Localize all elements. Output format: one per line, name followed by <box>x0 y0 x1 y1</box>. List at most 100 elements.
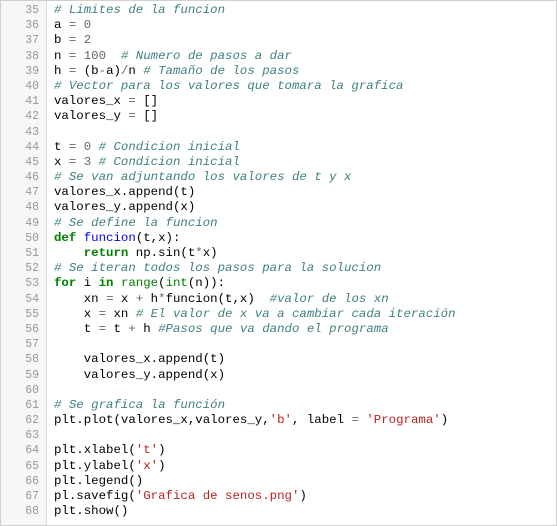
code-line[interactable]: 36 a = 0 <box>1 18 556 33</box>
code-text: # Se iteran todos los pasos para la solu… <box>54 261 381 276</box>
code-token: # Condicion inicial <box>98 139 240 154</box>
code-token: t <box>54 139 69 154</box>
code-line[interactable]: 59 valores_y.append(x) <box>1 368 556 383</box>
code-token: # Condicion inicial <box>98 154 240 169</box>
code-line[interactable]: 39 h = (b-a)/n # Tamaño de los pasos <box>1 64 556 79</box>
code-line[interactable]: 37 b = 2 <box>1 33 556 48</box>
code-line[interactable]: 38 n = 100 # Numero de pasos a dar <box>1 49 556 64</box>
code-token: plt.xlabel( <box>54 443 136 458</box>
code-token: (b <box>76 63 99 78</box>
code-token: 2 <box>83 33 92 48</box>
code-token: x) <box>202 246 218 260</box>
code-line[interactable]: 43 <box>1 125 556 140</box>
code-lines: 35 # Limites de la funcion 36 a = 0 37 b = 23… <box>1 3 556 519</box>
code-text: # Se van adjuntando los valores de t y x <box>54 170 351 185</box>
code-line[interactable]: 53 for i in range(int(n)): <box>1 276 556 291</box>
line-number: 39 <box>25 64 39 78</box>
line-number: 67 <box>25 490 39 503</box>
code-line[interactable]: 42 valores_y = [] <box>1 109 556 124</box>
code-token: ) <box>440 413 449 428</box>
line-number: 50 <box>25 231 39 245</box>
code-line[interactable]: 44 t = 0 # Condicion inicial <box>1 140 556 155</box>
line-number: 35 <box>25 4 39 17</box>
code-text: xn = x + h*funcion(t,x) #valor de los xn <box>54 292 389 307</box>
code-token: valores_y.append(x) <box>54 367 226 382</box>
code-line[interactable]: 52 # Se iteran todos los pasos para la so… <box>1 261 556 276</box>
code-text: # Se grafica la función <box>54 398 225 413</box>
code-line[interactable]: 49 # Se define la funcion <box>1 216 556 231</box>
line-number: 64 <box>25 444 39 458</box>
code-token: valores_x.append(t) <box>54 185 196 200</box>
code-line[interactable]: 58 valores_x.append(t) <box>1 352 556 367</box>
code-line[interactable]: 63 <box>1 428 556 443</box>
code-token: 'b' <box>269 413 292 428</box>
code-line[interactable]: 64 plt.xlabel('t') <box>1 443 556 458</box>
line-number: 54 <box>25 292 39 306</box>
code-text: n = 100 # Numero de pasos a dar <box>54 49 292 64</box>
code-line[interactable]: 66 plt.legend() <box>1 474 556 489</box>
code-token: = <box>98 321 107 336</box>
code-token: # El valor de x va a cambiar cada iterac… <box>135 306 456 321</box>
code-line[interactable]: 56 t = t + h #Pasos que va dando el prog… <box>1 322 556 337</box>
code-token: in <box>98 276 114 291</box>
code-text: t = t + h #Pasos que va dando el program… <box>54 322 389 337</box>
line-number: 56 <box>25 322 39 336</box>
code-line[interactable]: 57 <box>1 337 556 352</box>
line-number: 65 <box>25 459 39 473</box>
code-token: # Numero de pasos a dar <box>120 48 292 63</box>
code-text: plt.plot(valores_x,valores_y,'b', label … <box>54 413 448 428</box>
code-text: plt.show() <box>54 504 128 519</box>
code-line[interactable]: 40 # Vector para los valores que tomara l… <box>1 79 556 94</box>
line-number: 60 <box>25 383 39 397</box>
code-line[interactable]: 67 pl.savefig('Grafica de senos.png') <box>1 489 556 504</box>
code-token: # Se grafica la función <box>54 397 226 412</box>
code-line[interactable]: 45 x = 3 # Condicion inicial <box>1 155 556 170</box>
code-line[interactable]: 65 plt.ylabel('x') <box>1 459 556 474</box>
code-token: 100 <box>83 48 107 63</box>
code-token: n <box>128 63 144 78</box>
code-token: h <box>143 291 159 306</box>
code-editor[interactable]: 35 # Limites de la funcion 36 a = 0 37 b = 23… <box>0 0 557 526</box>
code-token: t <box>54 321 99 336</box>
line-number: 63 <box>25 429 39 443</box>
code-token: h <box>54 63 69 78</box>
code-line[interactable]: 50 def funcion(t,x): <box>1 231 556 246</box>
code-line[interactable]: 46 # Se van adjuntando los valores de t y… <box>1 170 556 185</box>
code-line[interactable]: 68 plt.show() <box>1 504 556 519</box>
code-line[interactable]: 41 valores_x = [] <box>1 94 556 109</box>
code-text: return np.sin(t*x) <box>54 246 218 261</box>
code-text: b = 2 <box>54 33 91 48</box>
code-line[interactable]: 55 x = xn # El valor de x va a cambiar c… <box>1 307 556 322</box>
code-line[interactable]: 60 <box>1 383 556 398</box>
code-line[interactable]: 48 valores_y.append(x) <box>1 200 556 215</box>
code-token: # Limites de la funcion <box>54 3 226 17</box>
code-token: , label <box>291 413 352 428</box>
code-text: plt.xlabel('t') <box>54 443 166 458</box>
code-line[interactable]: 54 xn = x + h*funcion(t,x) #valor de los… <box>1 292 556 307</box>
code-line[interactable]: 35 # Limites de la funcion <box>1 3 556 18</box>
code-text: valores_y.append(x) <box>54 368 225 383</box>
code-token: plt.show() <box>54 504 129 519</box>
code-token: def <box>54 230 77 245</box>
line-number: 44 <box>25 140 39 154</box>
line-number: 58 <box>25 353 39 367</box>
code-line[interactable]: 62 plt.plot(valores_x,valores_y,'b', labe… <box>1 413 556 428</box>
code-token: = <box>106 291 114 306</box>
code-token: funcion <box>83 230 136 245</box>
code-token: = <box>98 306 107 321</box>
code-line[interactable]: 47 valores_x.append(t) <box>1 185 556 200</box>
line-number: 36 <box>25 19 39 33</box>
code-token: 't' <box>135 443 159 458</box>
code-text: h = (b-a)/n # Tamaño de los pasos <box>54 64 299 79</box>
code-token: [] <box>135 94 159 109</box>
code-line[interactable]: 61 # Se grafica la función <box>1 398 556 413</box>
code-line[interactable]: 51 return np.sin(t*x) <box>1 246 556 261</box>
code-token: (n)): <box>187 276 226 291</box>
